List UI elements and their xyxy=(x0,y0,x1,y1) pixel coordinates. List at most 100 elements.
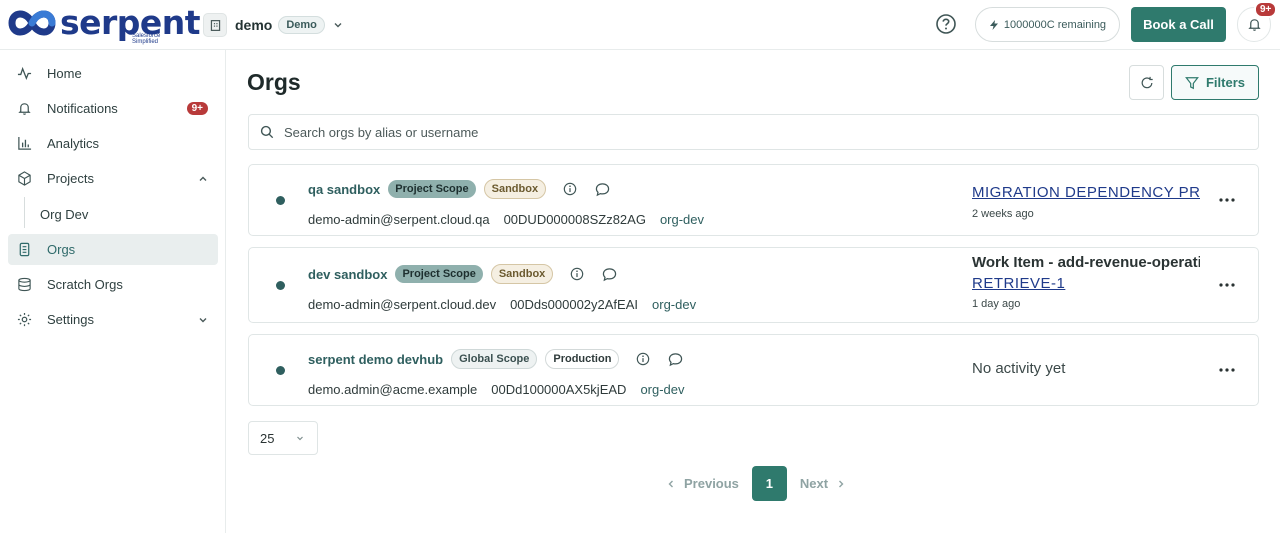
previous-button[interactable]: Previous xyxy=(684,476,739,491)
sidebar-item-label: Notifications xyxy=(47,101,118,116)
org-switcher[interactable]: demo Demo xyxy=(203,12,343,38)
activity-heading: Work Item - add-revenue-operations xyxy=(972,254,1200,271)
chevron-up-icon xyxy=(199,176,207,181)
sidebar-item-orgs[interactable]: Orgs xyxy=(8,234,218,265)
org-username: demo.admin@acme.example xyxy=(308,382,478,397)
info-icon[interactable] xyxy=(635,351,651,367)
sidebar-item-scratch-orgs[interactable]: Scratch Orgs xyxy=(8,269,218,300)
org-alias[interactable]: serpent demo devhub xyxy=(308,352,443,367)
no-activity-text: No activity yet xyxy=(972,360,1066,377)
search-bar xyxy=(248,114,1259,150)
serpent-logo[interactable]: serpent Salesforce Simplified xyxy=(8,3,201,45)
org-env-link[interactable]: org-dev xyxy=(640,382,684,397)
org-username: demo-admin@serpent.cloud.qa xyxy=(308,212,490,227)
filter-icon xyxy=(1185,76,1199,89)
scope-badge: Project Scope xyxy=(395,265,483,283)
activity-time: 2 weeks ago xyxy=(972,208,1034,220)
next-button[interactable]: Next xyxy=(800,476,828,491)
filters-label: Filters xyxy=(1205,75,1245,90)
comment-icon[interactable] xyxy=(594,181,610,197)
search-input[interactable] xyxy=(284,124,1184,140)
org-env-badge: Demo xyxy=(278,16,325,34)
info-icon[interactable] xyxy=(562,181,578,197)
sidebar-item-label: Projects xyxy=(47,171,94,186)
org-alias[interactable]: dev sandbox xyxy=(308,267,387,282)
stack-icon xyxy=(16,277,32,293)
pagination: Previous 1 Next xyxy=(666,466,846,501)
sidebar-item-label: Orgs xyxy=(47,242,76,257)
box-icon xyxy=(16,171,32,187)
notifications-count-badge: 9+ xyxy=(1254,1,1278,18)
org-card[interactable]: serpent demo devhub Global Scope Product… xyxy=(248,334,1259,406)
lightning-icon xyxy=(989,19,998,30)
activity-summary: MIGRATION DEPENDENCY PREFLIGHT 2 weeks a… xyxy=(972,184,1200,220)
chevron-down-icon xyxy=(334,23,342,28)
org-id: 00DUD000008SZz82AG xyxy=(503,212,646,227)
refresh-button[interactable] xyxy=(1129,65,1164,100)
activity-time: 1 day ago xyxy=(972,298,1021,310)
sidebar: Home Notifications 9+ Analytics Projects… xyxy=(0,50,226,533)
sidebar-item-settings[interactable]: Settings xyxy=(8,304,218,335)
top-bar: serpent Salesforce Simplified demo Demo … xyxy=(0,0,1280,50)
activity-icon xyxy=(16,66,32,82)
org-card[interactable]: dev sandbox Project Scope Sandbox demo-a… xyxy=(248,247,1259,323)
book-call-button[interactable]: Book a Call xyxy=(1131,7,1226,42)
org-env-link[interactable]: org-dev xyxy=(660,212,704,227)
database-icon xyxy=(16,242,32,258)
org-type-badge: Sandbox xyxy=(483,179,547,199)
activity-summary: No activity yet xyxy=(972,360,1200,377)
sidebar-item-notifications[interactable]: Notifications 9+ xyxy=(8,93,218,124)
gear-icon xyxy=(16,312,32,328)
sidebar-subitem-org-dev[interactable]: Org Dev xyxy=(40,207,88,222)
chevron-right-icon xyxy=(839,480,844,487)
credits-text: 1000000C remaining xyxy=(1003,18,1107,31)
help-icon[interactable] xyxy=(935,13,957,35)
comment-icon[interactable] xyxy=(667,351,683,367)
per-page-select[interactable]: 25 xyxy=(248,421,318,455)
org-type-badge: Production xyxy=(545,349,620,369)
activity-summary: Work Item - add-revenue-operations RETRI… xyxy=(972,254,1200,310)
chevron-down-icon xyxy=(199,317,207,322)
org-id: 00Dd100000AX5kjEAD xyxy=(491,382,627,397)
org-env-link[interactable]: org-dev xyxy=(652,297,696,312)
bell-icon xyxy=(1247,19,1261,31)
org-alias[interactable]: qa sandbox xyxy=(308,182,380,197)
org-card[interactable]: qa sandbox Project Scope Sandbox demo-ad… xyxy=(248,164,1259,236)
status-dot xyxy=(276,281,285,290)
serpent-logo-mark xyxy=(8,10,56,36)
bar-chart-icon xyxy=(16,136,32,152)
chevron-left-icon xyxy=(668,480,673,487)
org-username: demo-admin@serpent.cloud.dev xyxy=(308,297,497,312)
search-icon xyxy=(260,125,274,139)
credits-pill[interactable]: 1000000C remaining xyxy=(975,7,1120,42)
logo-tagline: Salesforce Simplified xyxy=(132,33,161,45)
comment-icon[interactable] xyxy=(601,266,617,282)
more-options-icon[interactable] xyxy=(1219,362,1235,378)
sidebar-item-projects[interactable]: Projects xyxy=(8,163,218,194)
org-id: 00Dds000002y2AfEAI xyxy=(510,297,639,312)
sidebar-item-analytics[interactable]: Analytics xyxy=(8,128,218,159)
activity-link[interactable]: RETRIEVE-1 xyxy=(972,275,1200,292)
sidebar-item-home[interactable]: Home xyxy=(8,58,218,89)
filters-button[interactable]: Filters xyxy=(1171,65,1259,100)
page-1-button[interactable]: 1 xyxy=(751,466,787,501)
per-page-value: 25 xyxy=(260,430,275,446)
more-options-icon[interactable] xyxy=(1219,192,1235,208)
activity-link[interactable]: MIGRATION DEPENDENCY PREFLIGHT xyxy=(972,184,1200,201)
more-options-icon[interactable] xyxy=(1219,277,1235,293)
sidebar-item-label: Scratch Orgs xyxy=(47,277,123,292)
info-icon[interactable] xyxy=(569,266,585,282)
scope-badge: Project Scope xyxy=(388,180,476,198)
sidebar-item-label: Settings xyxy=(47,312,94,327)
chevron-down-icon xyxy=(297,436,303,441)
bell-icon xyxy=(16,101,32,117)
scope-badge: Global Scope xyxy=(451,349,538,369)
notifications-badge: 9+ xyxy=(186,102,208,115)
building-icon xyxy=(203,13,227,37)
org-name: demo xyxy=(235,17,273,33)
refresh-icon xyxy=(1141,76,1153,88)
sidebar-item-label: Analytics xyxy=(47,136,100,151)
org-type-badge: Sandbox xyxy=(490,264,554,284)
submenu-divider xyxy=(24,197,25,228)
status-dot xyxy=(276,366,285,375)
